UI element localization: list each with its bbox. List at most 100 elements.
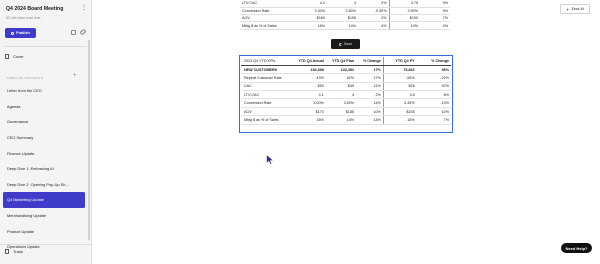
table-cell: 78,832 xyxy=(382,65,417,75)
toc-item[interactable]: Finance Update xyxy=(3,145,85,161)
kpi-table: 2023 Q4 YTD KPIs YTD Q4 Actual YTD Q4 Plan… xyxy=(241,57,451,125)
divider xyxy=(0,244,92,245)
column-header: % Change xyxy=(356,57,384,66)
need-help-label: Need Help? xyxy=(565,245,588,251)
table-cell: 15% xyxy=(382,115,417,125)
table-cell: Mktg $ as % of Sales xyxy=(240,21,296,30)
publish-label: Publish xyxy=(16,31,30,35)
toc-list: Letter from the CEO Agenda Governance CEO S… xyxy=(3,83,85,255)
add-section-icon[interactable]: + xyxy=(73,73,77,79)
table-cell: NEW CUSTOMERS xyxy=(241,65,294,75)
table-cell: AOV xyxy=(240,14,296,23)
column-header: 2023 Q4 YTD KPIs xyxy=(241,57,294,66)
trash-item[interactable]: Trash xyxy=(5,249,23,254)
more-vertical-icon[interactable]: ⋮ xyxy=(81,5,87,11)
mouse-cursor-icon xyxy=(266,154,275,165)
table-cell: 3.50% xyxy=(325,98,357,108)
table-cell: $170 xyxy=(293,107,326,117)
table-cell: -0.30% xyxy=(358,7,389,16)
table-cell: 10% xyxy=(416,107,451,117)
sparkle-icon: ✦ xyxy=(565,6,570,12)
table-cell: CAC xyxy=(241,82,294,92)
table-cell: 4 xyxy=(325,90,357,100)
sidebar: Q4 2024 Board Meeting ⋮ 63 min total rea… xyxy=(0,0,92,264)
table-cell: LTV:CAC xyxy=(241,90,294,100)
table-cell: $155 xyxy=(327,14,358,23)
table-cell: $45 xyxy=(325,82,357,92)
toc-heading: TABLE OF CONTENTS xyxy=(7,76,44,80)
table-cell: 43% xyxy=(293,73,326,83)
table-cell: 52% xyxy=(325,73,357,83)
table-cell: AOV xyxy=(241,107,294,117)
table-cell: -55% xyxy=(382,73,417,83)
table-header-row: 2023 Q4 YTD KPIs YTD Q4 Actual YTD Q4 Plan… xyxy=(241,57,451,66)
toc-item[interactable]: CEO Summary xyxy=(3,130,85,146)
table-cell: 10% xyxy=(356,107,384,117)
toc-item[interactable]: Deep Dive 1: Embracing AI xyxy=(3,161,85,177)
table-cell: 14% xyxy=(325,115,357,125)
table-row: LTV:CAC 4.1 4 2% 3.8 8% xyxy=(241,90,451,100)
table-cell: 154,688 xyxy=(293,65,326,75)
table-cell: 4.1 xyxy=(293,90,326,100)
zeck-ai-button[interactable]: ✦ Zeck AI xyxy=(560,4,590,14)
toc-item[interactable]: Deep Dive 2: Opening Pop-Up Sh... xyxy=(3,177,85,193)
document-title[interactable]: Q4 2024 Board Meeting xyxy=(6,6,63,12)
table-cell: $155 xyxy=(325,107,357,117)
save-button[interactable]: Save xyxy=(331,39,360,49)
publish-button[interactable]: Publish xyxy=(5,28,36,38)
table-cell: 3.50% xyxy=(388,7,420,16)
trash-label: Trash xyxy=(13,249,24,254)
table-cell: 11% xyxy=(356,82,384,92)
table-row: AOV $160 $155 3% $150 7% xyxy=(240,14,450,23)
sidebar-scrollbar[interactable] xyxy=(88,40,90,240)
table-row: Conversion Rate 3.20% 3.50% -0.30% 3.50% 9% xyxy=(240,7,450,16)
export-icon[interactable] xyxy=(71,30,76,35)
toc-item[interactable]: Product Update xyxy=(3,223,85,239)
table-cell: 3.00% xyxy=(293,98,326,108)
table-cell: 96% xyxy=(416,65,451,75)
table-cell: $150 xyxy=(388,14,420,23)
selected-table-block[interactable]: 2023 Q4 YTD KPIs YTD Q4 Actual YTD Q4 Plan… xyxy=(239,55,453,133)
table-row: Repeat Customer Rate 43% 52% 17% -55% -22% xyxy=(241,73,451,83)
cover-label: Cover xyxy=(13,54,24,59)
link-icon[interactable] xyxy=(79,28,87,36)
table-cell: $155 xyxy=(382,107,417,117)
table-cell: LTV:CAC xyxy=(240,0,296,8)
table-cell: $50 xyxy=(293,82,326,92)
table-row: Conversion Rate 3.00% 3.50% 14% 3.45% -13% xyxy=(241,98,451,108)
toc-item[interactable]: Agenda xyxy=(3,99,85,115)
table-row: Mktg $ as % of Sales 18% 14% 4% 14% 4% xyxy=(240,21,450,30)
table-cell: Conversion Rate xyxy=(241,98,294,108)
kpi-table-previous: LTV:CAC 4.1 4 2% 3.75 9% Conversion Rate 3.20% 3… xyxy=(240,0,450,30)
cover-item[interactable]: Cover xyxy=(5,54,24,59)
save-label: Save xyxy=(343,42,353,46)
table-cell: 14% xyxy=(356,98,384,108)
need-help-button[interactable]: Need Help? xyxy=(561,243,592,253)
toc-item[interactable]: Q4 Marketing Update xyxy=(3,192,85,208)
table-cell: 14% xyxy=(356,115,384,125)
table-cell: -13% xyxy=(416,98,451,108)
table-cell: Mktg $ as % of Sales xyxy=(241,115,294,125)
table-cell: 7% xyxy=(420,14,450,23)
table-row: CAC $50 $45 11% $26 92% xyxy=(241,82,451,92)
table-cell: 2% xyxy=(358,0,389,8)
toc-item[interactable]: Governance xyxy=(3,114,85,130)
table-cell: 16% xyxy=(293,115,326,125)
page-icon xyxy=(5,54,9,59)
table-row: LTV:CAC 4.1 4 2% 3.75 9% xyxy=(240,0,450,8)
table-cell: $160 xyxy=(296,14,327,23)
table-cell: 14% xyxy=(327,21,358,30)
toc-item[interactable]: Letter from the CEO xyxy=(3,83,85,99)
table-cell: 9% xyxy=(420,0,450,8)
table-cell: 17% xyxy=(356,73,384,83)
toc-item[interactable]: Merchandising Update xyxy=(3,208,85,224)
table-cell: 8% xyxy=(416,90,451,100)
table-row: Mktg $ as % of Sales 16% 14% 14% 15% 7% xyxy=(241,115,451,125)
table-cell: 7% xyxy=(416,115,451,125)
table-cell: 17% xyxy=(356,65,384,75)
table-cell: 18% xyxy=(296,21,327,30)
column-header: YTD Q4 PY xyxy=(382,57,417,66)
table-cell: 3% xyxy=(358,14,389,23)
table-cell: -22% xyxy=(416,73,451,83)
table-cell: Repeat Customer Rate xyxy=(241,73,294,83)
